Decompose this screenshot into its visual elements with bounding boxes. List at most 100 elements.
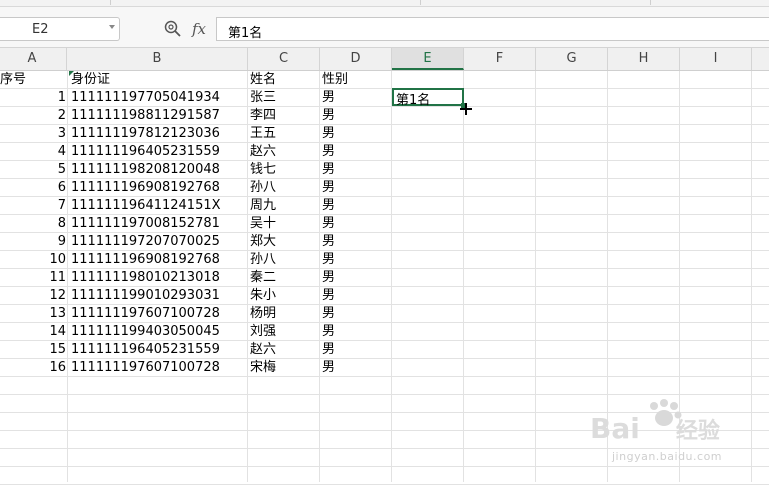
cell-b[interactable]: 111111197008152781 xyxy=(71,215,246,232)
cell-c[interactable]: 秦二 xyxy=(250,269,318,286)
cell-c[interactable]: 郑大 xyxy=(250,233,318,250)
baidu-watermark: Bai 经验 jingyan.baidu.com xyxy=(590,398,760,468)
cell-d[interactable]: 男 xyxy=(322,215,390,232)
cell-d[interactable]: 男 xyxy=(322,125,390,142)
cell-a[interactable]: 3 xyxy=(0,125,66,142)
cell-d[interactable]: 男 xyxy=(322,323,390,340)
table-row: 5 111111198208120048 钱七男 xyxy=(0,161,769,179)
cell-b[interactable]: 身份证 xyxy=(71,71,246,88)
cell-d[interactable]: 男 xyxy=(322,143,390,160)
cell-d[interactable]: 男 xyxy=(322,161,390,178)
column-header-h[interactable]: H xyxy=(608,48,680,70)
cell-d[interactable]: 男 xyxy=(322,359,390,376)
table-row: 1 111111197705041934 张三男 xyxy=(0,89,769,107)
cell-d[interactable]: 男 xyxy=(322,251,390,268)
cell-c[interactable]: 钱七 xyxy=(250,161,318,178)
table-row: 3 111111197812123036 王五男 xyxy=(0,125,769,143)
zoom-formula-icon[interactable] xyxy=(163,19,183,39)
cell-b[interactable]: 111111198208120048 xyxy=(71,161,246,178)
table-row: 7 11111119641124151X 周九男 xyxy=(0,197,769,215)
cell-d[interactable]: 性别 xyxy=(322,71,390,88)
top-strip xyxy=(0,0,769,7)
chevron-down-icon[interactable] xyxy=(109,25,115,29)
cell-a[interactable]: 5 xyxy=(0,161,66,178)
cell-c[interactable]: 吴十 xyxy=(250,215,318,232)
cell-b[interactable]: 111111196405231559 xyxy=(71,341,246,358)
cell-d[interactable]: 男 xyxy=(322,269,390,286)
table-row: 12 111111199010293031 朱小男 xyxy=(0,287,769,305)
cell-b[interactable]: 111111196405231559 xyxy=(71,143,246,160)
cell-b[interactable]: 111111196908192768 xyxy=(71,179,246,196)
cell-a[interactable]: 序号 xyxy=(0,71,66,88)
column-header-f[interactable]: F xyxy=(464,48,536,70)
cell-c[interactable]: 周九 xyxy=(250,197,318,214)
column-header-b[interactable]: B xyxy=(67,48,248,70)
cell-a[interactable]: 15 xyxy=(0,341,66,358)
column-header-i[interactable]: I xyxy=(680,48,752,70)
column-header-a[interactable]: A xyxy=(0,48,67,70)
column-header-c[interactable]: C xyxy=(248,48,320,70)
strip-divider xyxy=(650,0,651,5)
cell-d[interactable]: 男 xyxy=(322,233,390,250)
cell-a[interactable]: 8 xyxy=(0,215,66,232)
strip-divider xyxy=(420,0,421,5)
table-row: 4 111111196405231559 赵六男 xyxy=(0,143,769,161)
strip-divider xyxy=(110,0,111,5)
insert-function-button[interactable]: fx xyxy=(192,19,212,39)
cell-c[interactable]: 朱小 xyxy=(250,287,318,304)
cell-d[interactable]: 男 xyxy=(322,107,390,124)
cell-b[interactable]: 111111199403050045 xyxy=(71,323,246,340)
crosshair-cursor-icon xyxy=(460,103,472,115)
cell-b[interactable]: 111111197812123036 xyxy=(71,125,246,142)
cell-d[interactable]: 男 xyxy=(322,197,390,214)
cell-a[interactable]: 4 xyxy=(0,143,66,160)
cell-c[interactable]: 孙八 xyxy=(250,251,318,268)
cell-b[interactable]: 111111197207070025 xyxy=(71,233,246,250)
cell-d[interactable]: 男 xyxy=(322,179,390,196)
cell-c[interactable]: 刘强 xyxy=(250,323,318,340)
cell-a[interactable]: 16 xyxy=(0,359,66,376)
column-header-g[interactable]: G xyxy=(536,48,608,70)
cell-a[interactable]: 14 xyxy=(0,323,66,340)
cell-d[interactable]: 男 xyxy=(322,341,390,358)
cell-b[interactable]: 111111196908192768 xyxy=(71,251,246,268)
cell-c[interactable]: 张三 xyxy=(250,89,318,106)
name-box[interactable]: E2 xyxy=(0,17,120,41)
cell-b[interactable]: 111111198811291587 xyxy=(71,107,246,124)
cell-c[interactable]: 孙八 xyxy=(250,179,318,196)
selected-cell-e2[interactable]: 第1名 xyxy=(392,88,464,108)
table-row: 10 111111196908192768 孙八男 xyxy=(0,251,769,269)
column-headers: A B C D E F G H I xyxy=(0,48,769,71)
cell-b[interactable]: 11111119641124151X xyxy=(71,197,246,214)
cell-a[interactable]: 12 xyxy=(0,287,66,304)
formula-input-value: 第1名 xyxy=(228,26,263,41)
cell-c[interactable]: 杨明 xyxy=(250,305,318,322)
cell-c[interactable]: 宋梅 xyxy=(250,359,318,376)
cell-a[interactable]: 2 xyxy=(0,107,66,124)
cell-c[interactable]: 李四 xyxy=(250,107,318,124)
cell-a[interactable]: 11 xyxy=(0,269,66,286)
cell-a[interactable]: 7 xyxy=(0,197,66,214)
column-header-d[interactable]: D xyxy=(320,48,392,70)
cell-a[interactable]: 6 xyxy=(0,179,66,196)
cell-c[interactable]: 王五 xyxy=(250,125,318,142)
cell-a[interactable]: 9 xyxy=(0,233,66,250)
cell-a[interactable]: 13 xyxy=(0,305,66,322)
cell-b[interactable]: 111111198010213018 xyxy=(71,269,246,286)
cell-b[interactable]: 111111197607100728 xyxy=(71,359,246,376)
cell-d[interactable]: 男 xyxy=(322,305,390,322)
cell-a[interactable]: 1 xyxy=(0,89,66,106)
cell-b[interactable]: 111111197705041934 xyxy=(71,89,246,106)
cell-c[interactable]: 姓名 xyxy=(250,71,318,88)
column-header-e[interactable]: E xyxy=(392,48,464,70)
cell-c[interactable]: 赵六 xyxy=(250,143,318,160)
table-row: 16 111111197607100728 宋梅男 xyxy=(0,359,769,377)
name-box-value: E2 xyxy=(32,22,49,37)
cell-b[interactable]: 111111199010293031 xyxy=(71,287,246,304)
cell-c[interactable]: 赵六 xyxy=(250,341,318,358)
cell-a[interactable]: 10 xyxy=(0,251,66,268)
formula-input[interactable]: 第1名 xyxy=(216,17,769,41)
cell-d[interactable]: 男 xyxy=(322,287,390,304)
cell-b[interactable]: 111111197607100728 xyxy=(71,305,246,322)
cell-d[interactable]: 男 xyxy=(322,89,390,106)
